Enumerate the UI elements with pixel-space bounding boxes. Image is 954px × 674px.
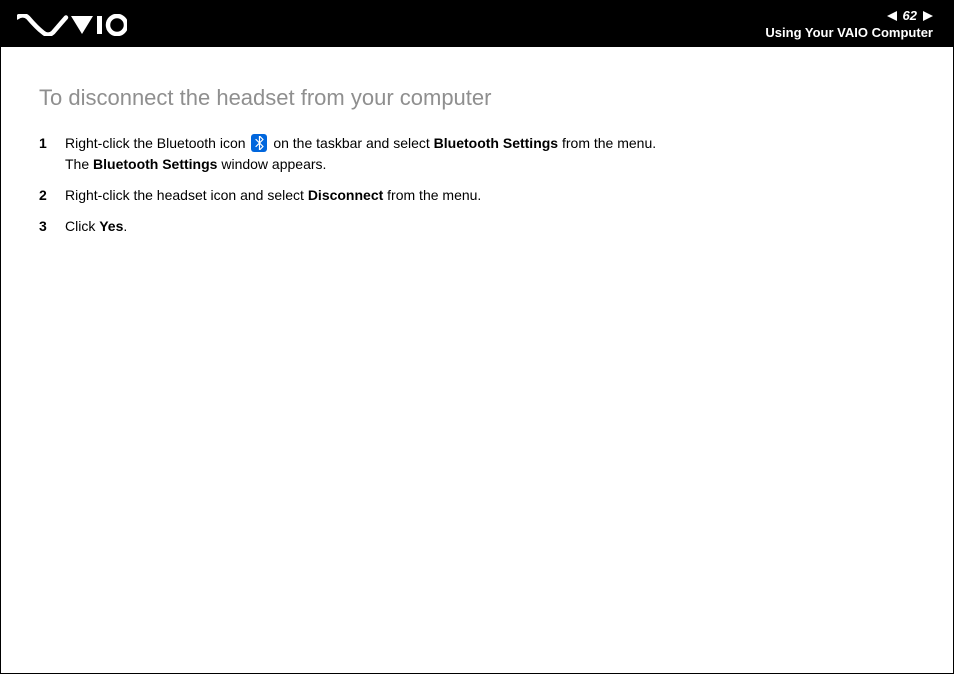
step-item: 3 Click Yes. [39, 216, 915, 237]
step-text-bold: Bluetooth Settings [434, 135, 558, 151]
step-text: Right-click the Bluetooth icon [65, 135, 249, 151]
page-nav: 62 [887, 8, 933, 23]
content-heading: To disconnect the headset from your comp… [39, 85, 915, 111]
step-item: 1 Right-click the Bluetooth icon on the … [39, 133, 915, 175]
page-header: 62 Using Your VAIO Computer [1, 1, 953, 47]
prev-page-arrow-icon[interactable] [887, 11, 897, 21]
step-number: 1 [39, 133, 65, 154]
step-text-bold: Disconnect [308, 187, 383, 203]
step-number: 2 [39, 185, 65, 206]
step-text: The [65, 156, 93, 172]
step-number: 3 [39, 216, 65, 237]
bluetooth-icon [251, 134, 267, 152]
step-text: . [123, 218, 127, 234]
section-title: Using Your VAIO Computer [765, 25, 933, 40]
steps-list: 1 Right-click the Bluetooth icon on the … [39, 133, 915, 237]
step-text: from the menu. [558, 135, 656, 151]
page-number: 62 [901, 8, 919, 23]
page-content: To disconnect the headset from your comp… [1, 47, 953, 237]
step-body: Right-click the Bluetooth icon on the ta… [65, 133, 915, 175]
step-text: on the taskbar and select [269, 135, 433, 151]
step-text: Right-click the headset icon and select [65, 187, 308, 203]
step-text-bold: Yes [99, 218, 123, 234]
step-text-bold: Bluetooth Settings [93, 156, 217, 172]
step-item: 2 Right-click the headset icon and selec… [39, 185, 915, 206]
step-body: Click Yes. [65, 216, 915, 237]
next-page-arrow-icon[interactable] [923, 11, 933, 21]
step-body: Right-click the headset icon and select … [65, 185, 915, 206]
document-page: 62 Using Your VAIO Computer To disconnec… [0, 0, 954, 674]
step-text: from the menu. [383, 187, 481, 203]
header-right: 62 Using Your VAIO Computer [765, 8, 933, 40]
vaio-logo [17, 14, 127, 36]
step-text: Click [65, 218, 99, 234]
step-text: window appears. [217, 156, 326, 172]
